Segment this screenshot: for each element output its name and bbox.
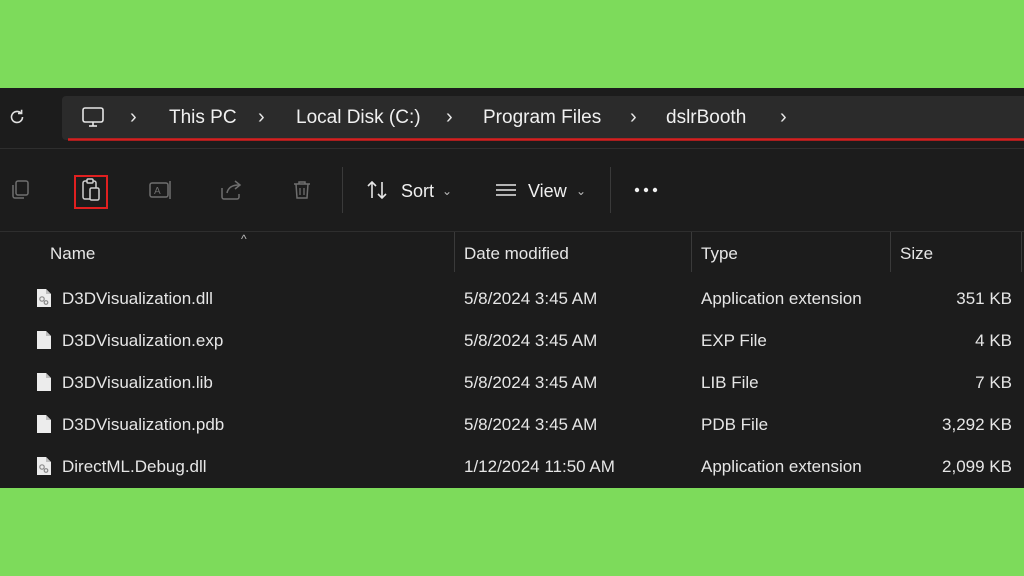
file-type: LIB File: [701, 373, 759, 392]
view-button[interactable]: View: [528, 179, 567, 203]
address-bar-area: › This PC › Local Disk (C:) › Program Fi…: [0, 88, 1024, 149]
file-date-modified: 5/8/2024 3:45 AM: [464, 331, 598, 350]
column-divider[interactable]: [1021, 232, 1022, 272]
paste-icon: [82, 178, 100, 201]
rename-icon: A: [149, 181, 171, 199]
column-headers: Name Date modified Type Size: [0, 232, 1024, 276]
file-size: 2,099 KB: [942, 457, 1012, 476]
file-date-modified: 5/8/2024 3:45 AM: [464, 415, 598, 434]
column-header-size[interactable]: Size: [900, 232, 933, 276]
file-explorer-window: › This PC › Local Disk (C:) › Program Fi…: [0, 88, 1024, 488]
refresh-button[interactable]: [6, 106, 28, 128]
chevron-right-icon[interactable]: ›: [130, 106, 142, 128]
command-bar: A Sort ⌄ View ⌄: [0, 149, 1024, 232]
table-row[interactable]: D3DVisualization.lib 5/8/2024 3:45 AM LIB …: [0, 362, 1024, 404]
chevron-right-icon[interactable]: ›: [446, 106, 458, 128]
column-divider[interactable]: [691, 232, 692, 272]
table-row[interactable]: D3DVisualization.exp 5/8/2024 3:45 AM EXP …: [0, 320, 1024, 362]
file-type: PDB File: [701, 415, 769, 434]
file-type: EXP File: [701, 331, 767, 350]
table-row[interactable]: DirectML.Debug.dll 1/12/2024 11:50 AM Appl…: [0, 446, 1024, 488]
trash-icon: [294, 181, 310, 199]
copy-button[interactable]: [6, 176, 34, 204]
dll-file-icon: [36, 288, 52, 308]
svg-text:A: A: [154, 186, 161, 197]
file-date-modified: 1/12/2024 11:50 AM: [464, 457, 615, 476]
paste-button[interactable]: [77, 176, 105, 204]
copy-icon: [12, 180, 29, 199]
dll-file-icon: [36, 456, 52, 476]
toolbar-separator: [342, 167, 343, 213]
column-divider[interactable]: [890, 232, 891, 272]
table-row[interactable]: D3DVisualization.pdb 5/8/2024 3:45 AM PDB …: [0, 404, 1024, 446]
breadcrumb-item-dslrbooth[interactable]: dslrBooth: [666, 106, 746, 130]
breadcrumb-item-local-disk[interactable]: Local Disk (C:): [296, 106, 421, 130]
chevron-down-icon[interactable]: ⌄: [442, 179, 452, 203]
delete-button[interactable]: [288, 176, 316, 204]
file-name: DirectML.Debug.dll: [62, 457, 207, 476]
toolbar-separator: [610, 167, 611, 213]
file-name: D3DVisualization.pdb: [62, 415, 225, 434]
chevron-down-icon[interactable]: ⌄: [576, 179, 586, 203]
sort-ascending-icon: ^: [241, 232, 247, 246]
chevron-right-icon[interactable]: ›: [258, 106, 270, 128]
sort-button[interactable]: Sort: [401, 179, 434, 203]
file-name: D3DVisualization.lib: [62, 373, 213, 392]
chevron-right-icon[interactable]: ›: [780, 106, 792, 128]
more-options-button[interactable]: [632, 176, 660, 204]
file-size: 3,292 KB: [942, 415, 1012, 434]
file-size: 4 KB: [975, 331, 1012, 350]
column-header-name[interactable]: Name: [50, 232, 95, 276]
column-divider[interactable]: [454, 232, 455, 272]
rename-button[interactable]: A: [147, 176, 175, 204]
view-icon: [492, 176, 520, 204]
this-pc-icon[interactable]: [80, 104, 106, 130]
file-icon: [36, 330, 52, 350]
file-type: Application extension: [701, 289, 862, 308]
file-icon: [36, 372, 52, 392]
file-name: D3DVisualization.exp: [62, 331, 224, 350]
column-header-type[interactable]: Type: [701, 232, 738, 276]
file-date-modified: 5/8/2024 3:45 AM: [464, 289, 598, 308]
breadcrumb[interactable]: › This PC › Local Disk (C:) › Program Fi…: [62, 96, 1024, 140]
column-header-date-modified[interactable]: Date modified: [464, 232, 569, 276]
breadcrumb-item-program-files[interactable]: Program Files: [483, 106, 601, 130]
table-row[interactable]: D3DVisualization.dll 5/8/2024 3:45 AM Appl…: [0, 278, 1024, 320]
file-name: D3DVisualization.dll: [62, 289, 213, 308]
share-button[interactable]: [218, 176, 246, 204]
file-size: 7 KB: [975, 373, 1012, 392]
file-size: 351 KB: [956, 289, 1012, 308]
chevron-right-icon[interactable]: ›: [630, 106, 642, 128]
share-icon: [221, 180, 242, 200]
file-icon: [36, 414, 52, 434]
breadcrumb-item-this-pc[interactable]: This PC: [169, 106, 237, 130]
file-type: Application extension: [701, 457, 862, 476]
more-icon: [634, 187, 658, 193]
refresh-icon: [10, 109, 24, 124]
file-date-modified: 5/8/2024 3:45 AM: [464, 373, 598, 392]
sort-icon: [364, 176, 392, 204]
